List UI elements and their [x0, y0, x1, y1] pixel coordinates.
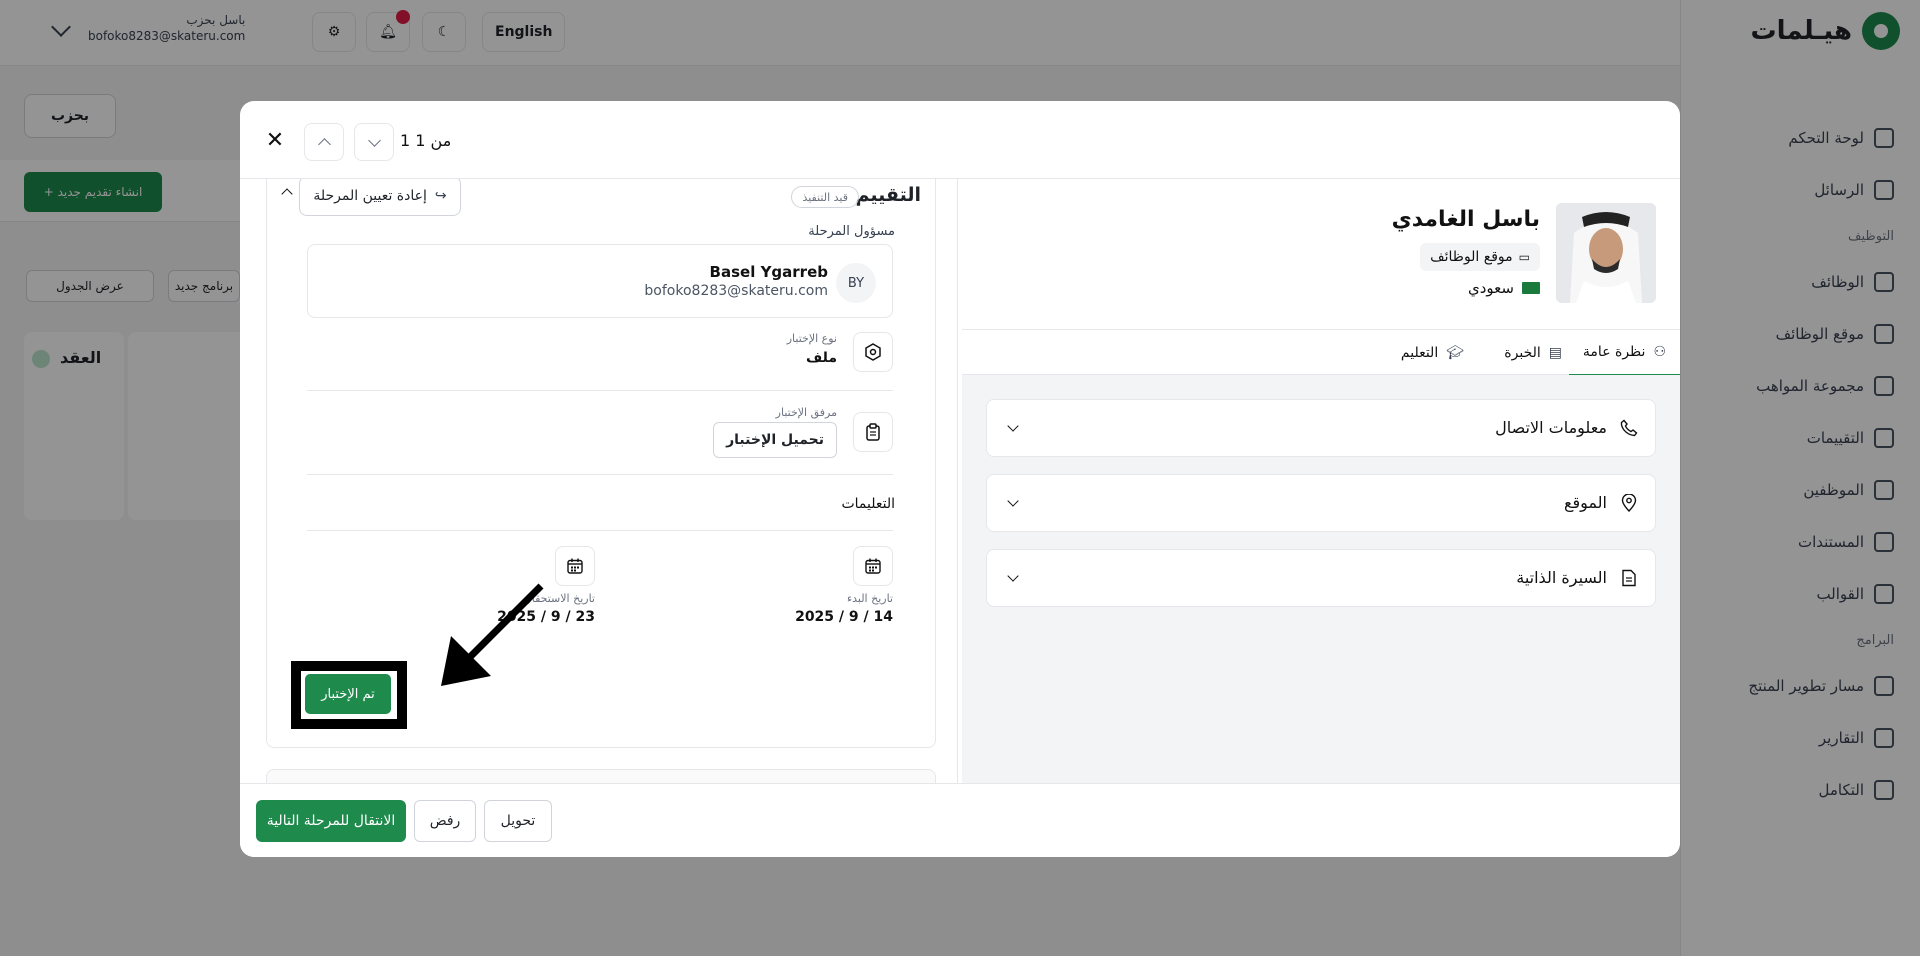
previous-candidate-button[interactable]: [304, 123, 344, 161]
test-attachment-row: مرفق الإختبار تحميل الإختبار: [307, 406, 893, 458]
tab-label: نظرة عامة: [1582, 344, 1646, 360]
section-title: السيرة الذاتية: [1516, 568, 1607, 587]
stage-owner-card: BY Basel Ygarreb bofoko8283@skateru.com: [307, 244, 893, 318]
start-date: تاريخ البدء 2025 / 9 / 14: [793, 546, 893, 625]
stage-owner-label: مسؤول المرحلة: [808, 224, 895, 239]
tab-education[interactable]: 🎓︎ التعليم: [1389, 330, 1476, 376]
source-badge: ▭ موقع الوظائف: [1420, 243, 1540, 271]
nationality-label: سعودي: [1468, 279, 1514, 297]
evaluation-panel[interactable]: التقييم قيد التنفيذ ↪ إعادة تعيين المرحل…: [256, 179, 958, 783]
next-stage-card: [266, 769, 936, 783]
divider: [307, 390, 893, 391]
chevron-up-icon[interactable]: [281, 188, 293, 200]
evaluation-title: التقييم: [855, 184, 922, 206]
evaluation-card: التقييم قيد التنفيذ ↪ إعادة تعيين المرحل…: [266, 179, 936, 748]
tab-experience[interactable]: ▤ الخبرة: [1492, 330, 1574, 376]
clipboard-icon: [853, 412, 893, 452]
owner-name: Basel Ygarreb: [709, 263, 828, 281]
calendar-icon: [555, 546, 595, 586]
pointer-arrow-icon: [441, 583, 544, 686]
reject-button[interactable]: رفض: [414, 800, 476, 842]
laptop-icon: ▭: [1518, 250, 1530, 264]
settings-hex-icon: [853, 332, 893, 372]
tab-overview[interactable]: ⚇ نظرة عامة: [1568, 330, 1680, 376]
reassign-label: إعادة تعيين المرحلة: [313, 188, 427, 204]
overview-content: معلومات الاتصال الموقع السيرة الذاتية: [962, 375, 1680, 783]
next-stage-button[interactable]: الانتقال للمرحلة التالية: [256, 800, 406, 842]
phone-icon: [1619, 418, 1639, 438]
status-badge: قيد التنفيذ: [791, 186, 859, 208]
candidate-name: باسل الغامدي: [1391, 207, 1540, 232]
owner-email: bofoko8283@skateru.com: [644, 283, 828, 299]
test-type-value: ملف: [805, 350, 837, 366]
test-type-row: نوع الإختبار ملف: [307, 330, 893, 374]
tab-label: التعليم: [1400, 345, 1439, 361]
chevron-down-icon: [1007, 420, 1019, 432]
nationality: سعودي: [1468, 279, 1540, 297]
location-section[interactable]: الموقع: [986, 474, 1656, 532]
share-arrow-icon: ↪: [434, 188, 447, 204]
candidate-photo: [1556, 203, 1656, 303]
start-date-value: 2025 / 9 / 14: [795, 609, 893, 625]
pager-text: 1 من 1: [400, 131, 452, 150]
graduation-cap-icon: 🎓︎: [1446, 345, 1464, 361]
candidate-profile: باسل الغامدي ▭ موقع الوظائف سعودي ⚇ نظرة…: [962, 179, 1680, 783]
profile-tabs: ⚇ نظرة عامة ▤ الخبرة 🎓︎ التعليم: [962, 329, 1680, 376]
contact-info-section[interactable]: معلومات الاتصال: [986, 399, 1656, 457]
close-icon[interactable]: ✕: [262, 127, 288, 153]
tab-label: الخبرة: [1504, 345, 1541, 361]
instructions-label: التعليمات: [841, 496, 895, 512]
next-candidate-button[interactable]: [354, 123, 394, 161]
section-title: معلومات الاتصال: [1495, 418, 1607, 437]
document-icon: [1619, 568, 1639, 588]
user-icon: ⚇: [1653, 344, 1666, 360]
chevron-down-icon: [1007, 495, 1019, 507]
building-icon: ▤: [1548, 345, 1562, 361]
test-type-label: نوع الإختبار: [786, 332, 837, 345]
section-title: الموقع: [1564, 493, 1607, 512]
chevron-down-icon: [1007, 570, 1019, 582]
calendar-icon: [853, 546, 893, 586]
download-test-button[interactable]: تحميل الإختبار: [713, 422, 837, 458]
saudi-flag-icon: [1522, 282, 1540, 294]
start-date-label: تاريخ البدء: [846, 592, 893, 605]
candidate-modal: ✕ 1 من 1 التقييم قيد التنفيذ ↪ إعادة تعي…: [240, 101, 1680, 857]
divider: [307, 474, 893, 475]
test-attachment-label: مرفق الإختبار: [775, 406, 837, 419]
test-done-button[interactable]: تم الإختبار: [305, 674, 391, 714]
modal-header: ✕ 1 من 1: [240, 101, 1680, 179]
map-pin-icon: [1619, 493, 1639, 513]
resume-section[interactable]: السيرة الذاتية: [986, 549, 1656, 607]
divider: [307, 530, 893, 531]
transfer-button[interactable]: تحويل: [484, 800, 552, 842]
reassign-stage-button[interactable]: ↪ إعادة تعيين المرحلة: [299, 179, 461, 216]
source-label: موقع الوظائف: [1430, 249, 1513, 265]
modal-footer: الانتقال للمرحلة التالية رفض تحويل: [240, 783, 1680, 857]
avatar: BY: [836, 263, 876, 303]
